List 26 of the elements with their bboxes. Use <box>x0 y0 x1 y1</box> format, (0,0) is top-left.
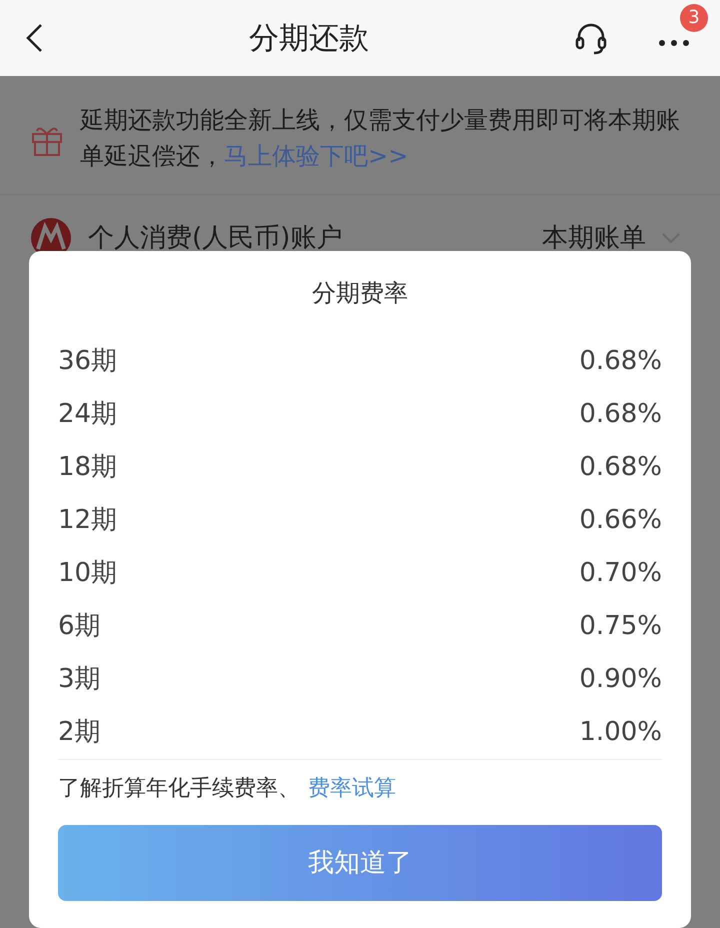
rate-value: 0.90% <box>579 663 662 696</box>
rate-value: 0.75% <box>579 610 662 643</box>
rate-value: 0.68% <box>579 398 662 431</box>
term-label: 36期 <box>58 345 118 378</box>
rate-calculator-link[interactable]: 费率试算 <box>308 776 396 801</box>
term-label: 18期 <box>58 451 118 484</box>
account-name: 个人消费(人民币)账户 <box>88 222 342 254</box>
term-label: 24期 <box>58 398 118 431</box>
promo-text: 延期还款功能全新上线，仅需支付少量费用即可将本期账单延迟偿还，马上体验下吧>> <box>80 105 680 172</box>
rate-note: 了解折算年化手续费率、 费率试算 <box>58 759 662 805</box>
page-title: 分期还款 <box>249 20 369 58</box>
term-label: 12期 <box>58 504 118 537</box>
rate-value: 0.68% <box>579 451 662 484</box>
confirm-button[interactable]: 我知道了 <box>58 825 662 901</box>
dialog-title: 分期费率 <box>311 278 409 309</box>
rate-value: 1.00% <box>579 716 662 749</box>
term-label: 3期 <box>58 663 101 696</box>
term-label: 6期 <box>58 610 101 643</box>
term-label: 10期 <box>58 557 118 590</box>
rate-value: 0.66% <box>579 504 662 537</box>
back-button[interactable] <box>24 22 44 54</box>
rate-value: 0.68% <box>579 345 662 378</box>
term-label: 2期 <box>58 716 101 749</box>
headset-icon[interactable] <box>574 21 608 55</box>
notification-badge: 3 <box>680 4 708 32</box>
rate-value: 0.70% <box>579 557 662 590</box>
